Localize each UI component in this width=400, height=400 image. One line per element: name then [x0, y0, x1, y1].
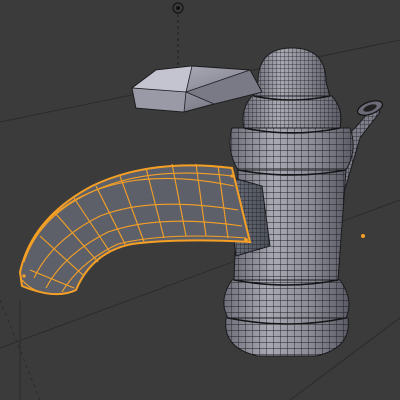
- faucet-handle[interactable]: [131, 65, 263, 113]
- faucet-spout[interactable]: [18, 163, 252, 296]
- viewport-canvas[interactable]: [0, 0, 400, 400]
- 3d-viewport[interactable]: [0, 0, 400, 400]
- camera-origin-icon[interactable]: [172, 2, 184, 70]
- object-origin-dot: [361, 234, 365, 238]
